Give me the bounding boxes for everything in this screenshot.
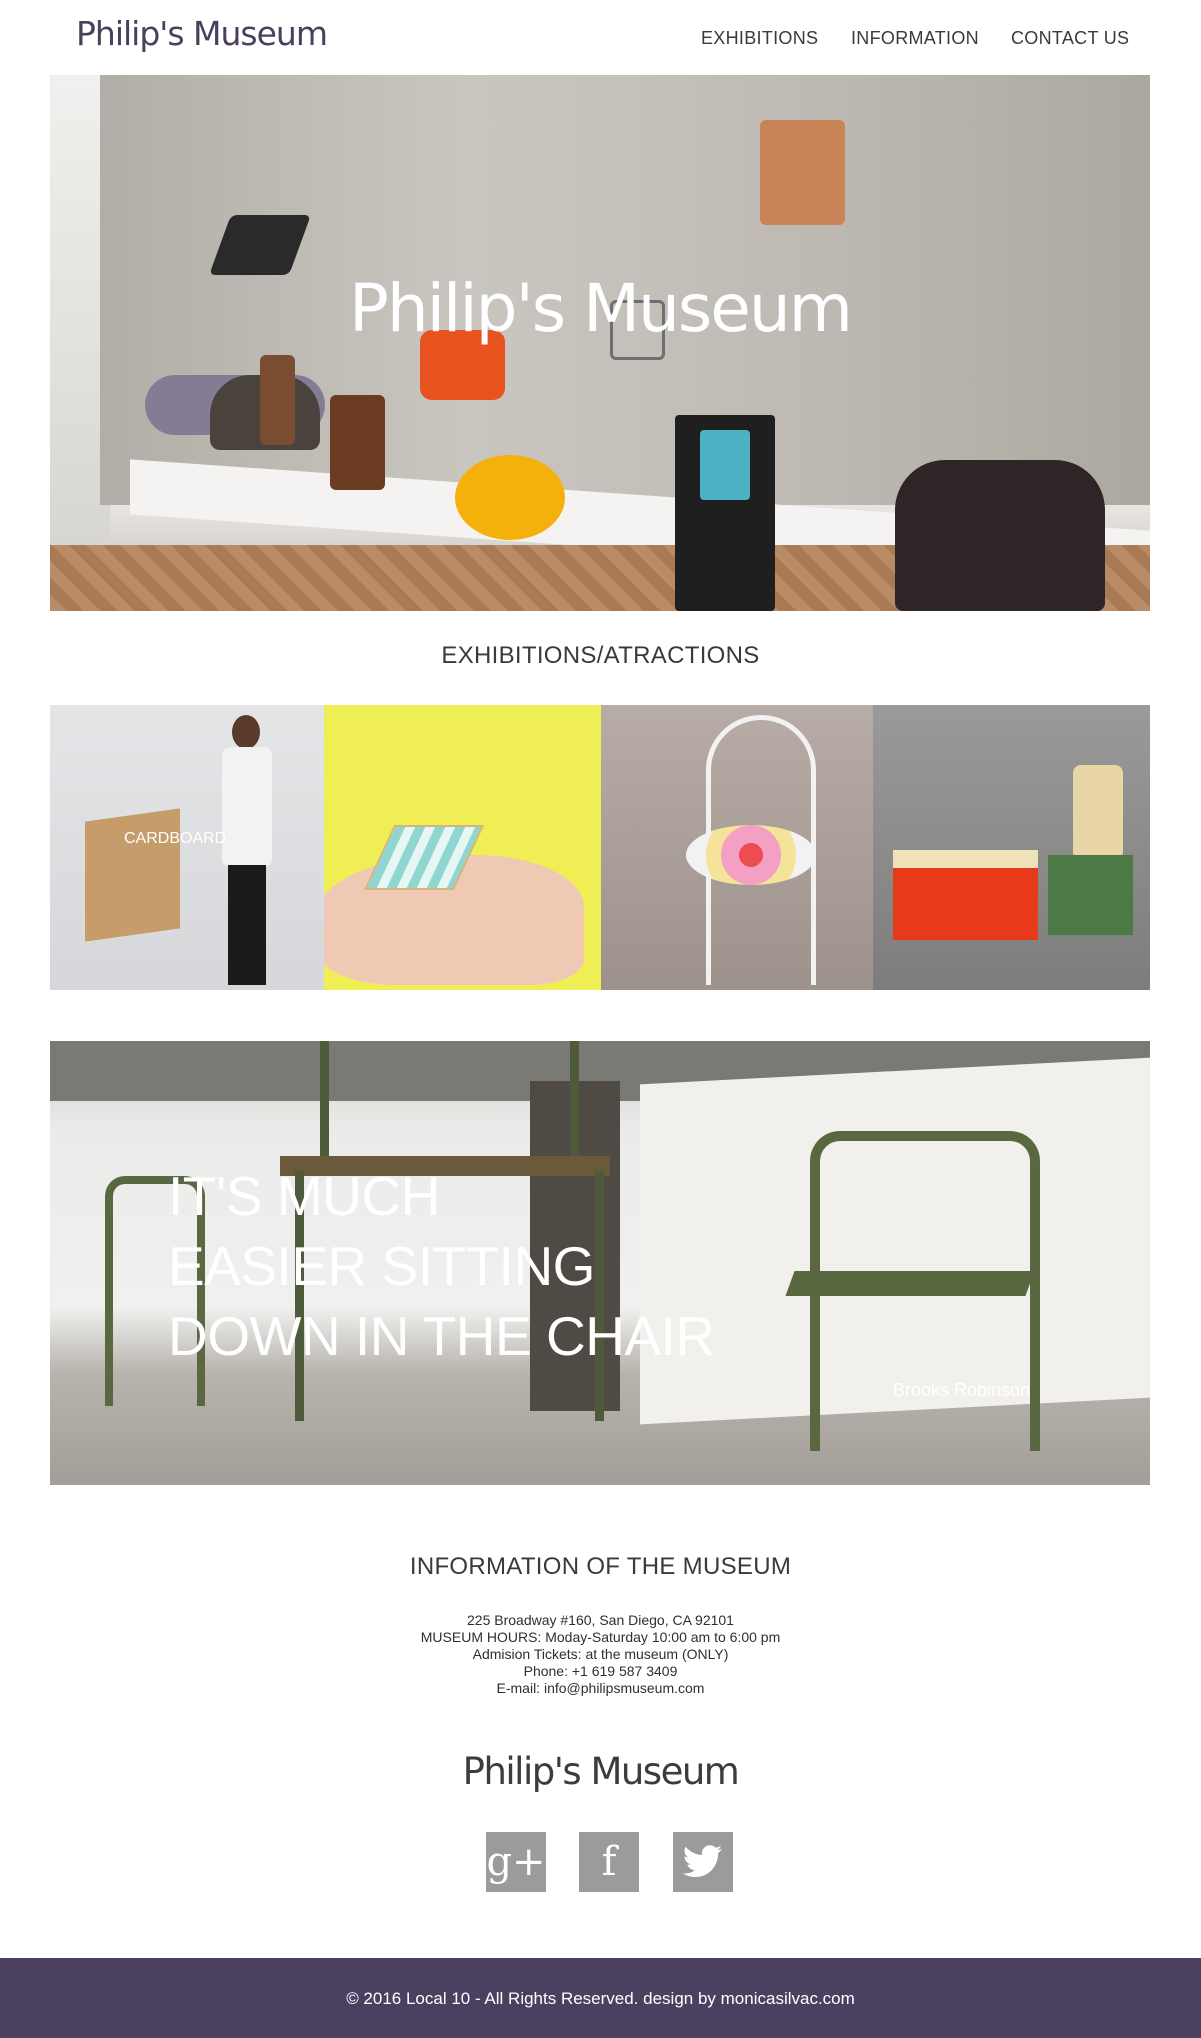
facebook-glyph: f [601,1839,617,1885]
info-phone: Phone: +1 619 587 3409 [523,1663,678,1679]
folding-chair-seat [785,1271,1035,1296]
tile-label: CARDBOARD [124,830,227,847]
site-header: Philip's Museum EXHIBITIONS INFORMATION … [0,0,1201,75]
chair-illustration [260,355,295,445]
footer-bar: © 2016 Local 10 - All Rights Reserved. d… [0,1958,1201,2038]
table-leg [320,1041,329,1161]
exhibition-tile-cardboard[interactable]: CARDBOARD [50,705,324,990]
exhibition-tile-crates[interactable] [873,705,1150,990]
quote-line: IT'S MUCH [168,1165,440,1227]
chair-back-image [1073,765,1123,855]
info-address: 225 Broadway #160, San Diego, CA 92101 [467,1612,734,1628]
museum-info: 225 Broadway #160, San Diego, CA 92101 M… [0,1612,1201,1697]
quote-line: EASIER SITTING [168,1235,595,1297]
nav-contact-us[interactable]: CONTACT US [1011,28,1129,49]
table-leg [570,1041,579,1161]
quote-author: Brooks Robinson [893,1380,1031,1400]
copyright-text: © 2016 Local 10 - All Rights Reserved. d… [346,1989,855,2008]
chair-illustration [330,395,385,490]
info-email[interactable]: E-mail: info@philipsmuseum.com [0,1680,1201,1697]
quote-banner: IT'S MUCH EASIER SITTING DOWN IN THE CHA… [50,1041,1150,1485]
exhibition-tile-bentwood[interactable] [601,705,873,990]
chair-illustration [455,455,565,540]
exhibition-tile-miniature[interactable] [324,705,601,990]
facebook-icon[interactable]: f [579,1832,639,1892]
information-heading: INFORMATION OF THE MUSEUM [409,1553,792,1580]
green-crate-image [1048,855,1133,935]
footer-logo[interactable]: Philip's Museum [0,1750,1201,1793]
banner-quote: IT'S MUCH EASIER SITTING DOWN IN THE CHA… [168,1161,808,1371]
exhibitions-gallery: CARDBOARD [50,705,1150,990]
info-hours: MUSEUM HOURS: Moday-Saturday 10:00 am to… [420,1629,781,1645]
hero-title: Philip's Museum [349,270,853,347]
red-crate-image [893,850,1038,940]
twitter-icon[interactable] [673,1832,733,1892]
nav-exhibitions[interactable]: EXHIBITIONS [701,28,818,49]
chair-seat-image [686,825,816,885]
chair-illustration [895,460,1105,611]
chair-illustration [760,120,845,225]
quote-line: DOWN IN THE CHAIR [168,1305,715,1367]
google-plus-icon[interactable]: g+ [486,1832,546,1892]
info-tickets: Admision Tickets: at the museum (ONLY) [472,1646,729,1662]
twitter-bird-icon [683,1845,722,1877]
person-image [220,715,275,990]
chair-illustration [700,430,750,500]
exhibitions-heading: EXHIBITIONS/ATRACTIONS [441,642,760,669]
google-plus-glyph: g+ [486,1839,546,1885]
cardboard-chair-image [85,808,180,942]
site-logo[interactable]: Philip's Museum [76,14,328,53]
nav-information[interactable]: INFORMATION [851,28,979,49]
hero-image: Philip's Museum [50,75,1150,611]
